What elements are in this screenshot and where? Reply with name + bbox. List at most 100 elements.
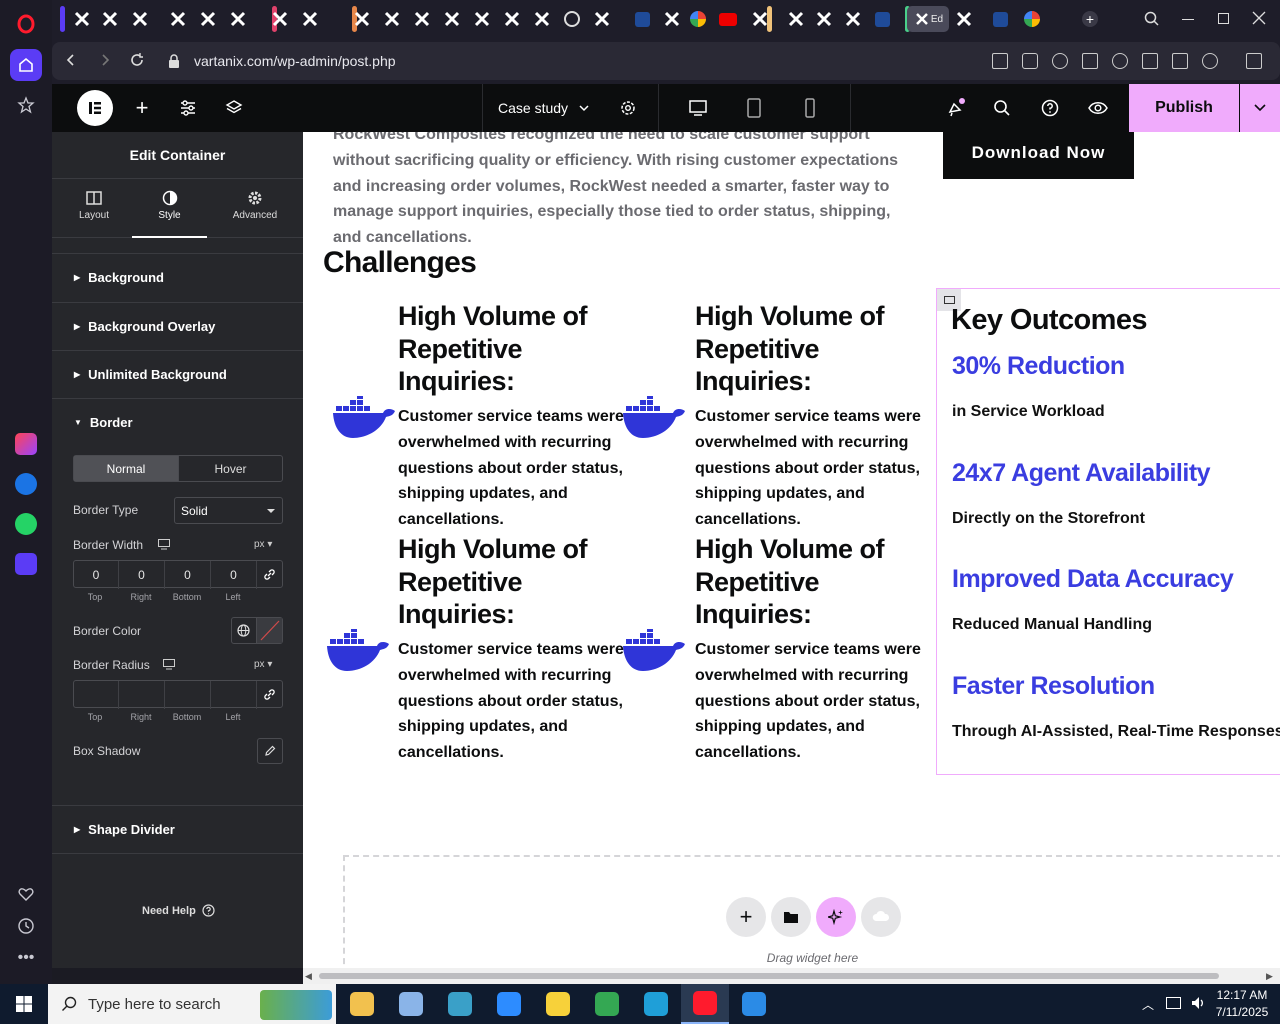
- lock-icon[interactable]: [168, 54, 180, 68]
- play-icon[interactable]: [1082, 53, 1098, 69]
- extensions-icon[interactable]: [1246, 53, 1262, 69]
- elementor-tab-icon[interactable]: [468, 6, 496, 32]
- notifications-icon[interactable]: [940, 84, 972, 132]
- border-width-right-input[interactable]: 0: [119, 561, 165, 589]
- section-border[interactable]: ▼ Border: [52, 398, 303, 446]
- easy-setup-icon[interactable]: [1172, 53, 1188, 69]
- state-normal[interactable]: Normal: [74, 456, 178, 481]
- elementor-tab-icon[interactable]: [528, 6, 556, 32]
- box-shadow-edit-button[interactable]: [257, 738, 283, 764]
- elementor-logo-icon[interactable]: [76, 84, 114, 132]
- publish-button[interactable]: Publish: [1129, 84, 1239, 132]
- file-explorer-icon[interactable]: [338, 984, 386, 1024]
- elementor-tab-icon[interactable]: [438, 6, 466, 32]
- elementor-tab-icon[interactable]: [746, 6, 774, 32]
- elementor-tab-icon[interactable]: [224, 6, 252, 32]
- edge-icon[interactable]: [632, 984, 680, 1024]
- link-values-icon[interactable]: [263, 568, 276, 581]
- history-icon[interactable]: [10, 910, 42, 942]
- border-width-bottom-input[interactable]: 0: [165, 561, 211, 589]
- scrollbar-thumb[interactable]: [319, 973, 1219, 979]
- vscode-icon[interactable]: [730, 984, 778, 1024]
- star-icon[interactable]: [10, 89, 42, 121]
- heart-icon[interactable]: [10, 878, 42, 910]
- section-shape-divider[interactable]: ▶ Shape Divider: [52, 805, 303, 853]
- opera-logo-icon[interactable]: [10, 8, 42, 40]
- elementor-tab-icon[interactable]: [266, 6, 294, 32]
- forward-icon[interactable]: [98, 53, 112, 67]
- aria-icon[interactable]: [10, 428, 42, 460]
- site-settings-icon[interactable]: [174, 84, 202, 132]
- tab-search-icon[interactable]: [1144, 11, 1160, 27]
- scroll-left-icon[interactable]: ◀: [305, 971, 312, 982]
- volume-icon[interactable]: [1190, 995, 1206, 1011]
- border-radius-right-input[interactable]: [119, 681, 165, 709]
- state-hover[interactable]: Hover: [178, 456, 282, 481]
- responsive-desktop-icon[interactable]: [163, 659, 175, 670]
- app-diamond-icon[interactable]: [436, 984, 484, 1024]
- elementor-tab-icon[interactable]: [498, 6, 526, 32]
- section-unlimited-background[interactable]: ▶ Unlimited Background: [52, 350, 303, 398]
- tray-overflow-icon[interactable]: ︿: [1142, 996, 1154, 1013]
- border-radius-unit[interactable]: px ▾: [254, 659, 272, 670]
- whatsapp-icon[interactable]: [10, 508, 42, 540]
- document-tab-icon[interactable]: [628, 6, 656, 32]
- document-tab-icon[interactable]: [868, 6, 896, 32]
- elementor-tab-icon[interactable]: [96, 6, 124, 32]
- google-tab-icon[interactable]: [1018, 6, 1046, 32]
- network-icon[interactable]: [1166, 997, 1181, 1009]
- document-tab-icon[interactable]: [986, 6, 1014, 32]
- back-icon[interactable]: [64, 53, 78, 67]
- elementor-tab-icon[interactable]: [68, 6, 96, 32]
- color-swatch[interactable]: [256, 618, 282, 643]
- border-width-left-input[interactable]: 0: [211, 561, 257, 589]
- more-icon[interactable]: •••: [10, 942, 42, 974]
- section-background-overlay[interactable]: ▶ Background Overlay: [52, 302, 303, 350]
- elementor-tab-icon[interactable]: [348, 6, 376, 32]
- elementor-tab-icon[interactable]: [408, 6, 436, 32]
- section-background[interactable]: ▶ Background: [52, 253, 303, 301]
- preview-eye-icon[interactable]: [1082, 84, 1114, 132]
- close-window-icon[interactable]: [1252, 11, 1266, 25]
- elementor-tab-icon[interactable]: [839, 6, 867, 32]
- minimize-icon[interactable]: [1182, 19, 1194, 20]
- google-tab-icon[interactable]: [684, 6, 712, 32]
- active-tab[interactable]: Ed: [907, 6, 949, 32]
- messenger-icon[interactable]: [10, 468, 42, 500]
- sticky-notes-icon[interactable]: [534, 984, 582, 1024]
- drop-zone[interactable]: + Drag widget here: [343, 855, 1280, 968]
- responsive-desktop-icon[interactable]: [158, 539, 170, 550]
- tab-advanced[interactable]: Advanced: [228, 190, 282, 221]
- youtube-tab-icon[interactable]: [714, 6, 742, 32]
- kit-library-button[interactable]: [861, 897, 901, 937]
- windows-start-icon[interactable]: [0, 984, 48, 1024]
- camera-icon[interactable]: [1022, 53, 1038, 69]
- globe-icon[interactable]: [232, 618, 257, 643]
- page-selector[interactable]: Case study: [498, 84, 598, 132]
- taskbar-search-box[interactable]: Type here to search: [48, 984, 336, 1024]
- tab-layout[interactable]: Layout: [72, 190, 116, 221]
- chrome-icon[interactable]: [583, 984, 631, 1024]
- download-icon[interactable]: [1142, 53, 1158, 69]
- add-element-icon[interactable]: +: [128, 84, 156, 132]
- border-type-select[interactable]: Solid: [174, 497, 283, 524]
- elementor-tab-icon[interactable]: [588, 6, 616, 32]
- elementor-tab-icon[interactable]: [164, 6, 192, 32]
- key-outcomes-container[interactable]: Key Outcomes 30% Reduction in Service Wo…: [936, 288, 1280, 775]
- opera-icon[interactable]: [681, 984, 729, 1024]
- elementor-tab-icon[interactable]: [810, 6, 838, 32]
- help-icon[interactable]: [1034, 84, 1066, 132]
- border-radius-bottom-input[interactable]: [165, 681, 211, 709]
- horizontal-scrollbar[interactable]: ◀ ▶: [303, 968, 1280, 984]
- link-values-icon[interactable]: [263, 688, 276, 701]
- music-player-icon[interactable]: [10, 548, 42, 580]
- edit-icon[interactable]: [992, 53, 1008, 69]
- border-radius-left-input[interactable]: [211, 681, 257, 709]
- ai-button[interactable]: [816, 897, 856, 937]
- reload-icon[interactable]: [130, 53, 144, 67]
- desktop-view-icon[interactable]: [682, 84, 714, 132]
- zoom-icon[interactable]: [485, 984, 533, 1024]
- tab-style[interactable]: Style: [132, 180, 207, 238]
- elementor-tab-icon[interactable]: [658, 6, 686, 32]
- search-icon[interactable]: [986, 84, 1018, 132]
